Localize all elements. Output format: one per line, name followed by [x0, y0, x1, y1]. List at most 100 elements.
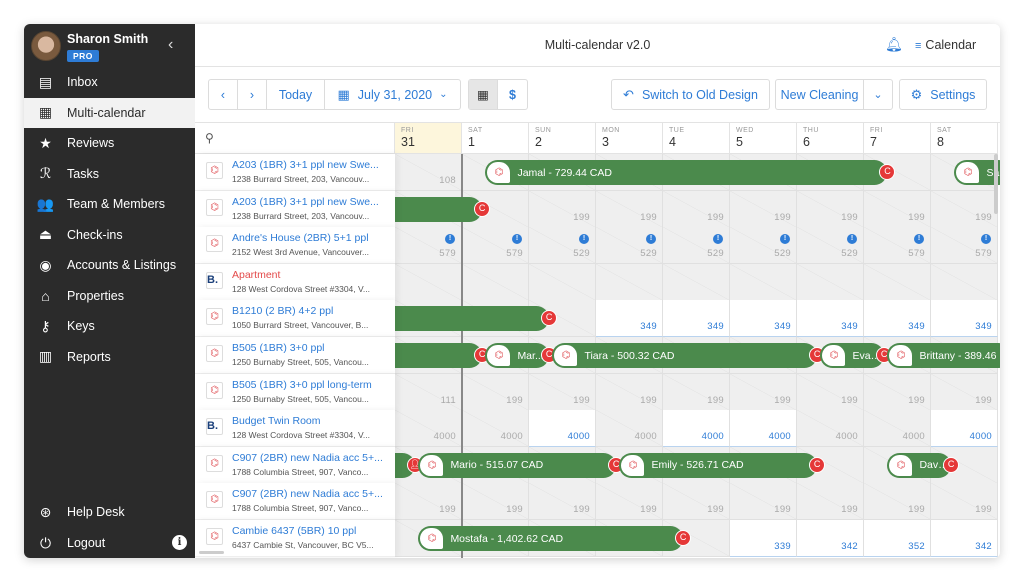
checkout-badge[interactable]: C [474, 200, 491, 217]
calendar-cell[interactable]: 199 [529, 483, 596, 521]
calendar-cell[interactable]: ! 529 [663, 227, 730, 265]
calendar-cell[interactable]: ! 529 [529, 227, 596, 265]
calendar-cell[interactable] [931, 263, 998, 301]
new-cleaning-dropdown[interactable]: ⌄ [864, 80, 892, 109]
calendar-cell[interactable]: 199 [529, 190, 596, 228]
reservation-bar[interactable] [381, 343, 483, 368]
reservation-bar[interactable]: ⌬ Emily - 526.71 CAD [619, 452, 818, 478]
calendar-cell[interactable] [864, 263, 931, 301]
reservation-bar[interactable]: ⌬ Jamal - 729.44 CAD [485, 160, 888, 185]
alert-icon[interactable]: ! [981, 234, 991, 245]
calendar-cell[interactable]: 4000 [797, 410, 864, 448]
calendar-cell[interactable] [797, 263, 864, 301]
calendar-cell[interactable]: 349 [931, 300, 998, 338]
reservation-bar[interactable]: ⌬ Mario - 515.07 CAD [418, 452, 617, 478]
listing-row[interactable]: ⌬ A203 (1BR) 3+1 ppl new Swe... 1238 Burra… [195, 190, 395, 228]
calendar-cell[interactable]: 349 [864, 300, 931, 338]
alert-icon[interactable]: ! [445, 234, 455, 245]
calendar-cell[interactable]: ! 579 [462, 227, 529, 265]
switch-old-design-button[interactable]: ↶ Switch to Old Design [612, 80, 769, 109]
listing-name[interactable]: A203 (1BR) 3+1 ppl new Swe... [232, 159, 379, 171]
date-picker[interactable]: ▦ July 31, 2020 ⌄ [325, 80, 460, 109]
calendar-cell[interactable] [663, 263, 730, 301]
checkout-badge[interactable]: C [675, 530, 692, 546]
sidebar-item-reports[interactable]: ▥ Reports [24, 342, 195, 372]
calendar-cell[interactable]: 4000 [395, 410, 462, 448]
calendar-cell[interactable]: ! 529 [596, 227, 663, 265]
calendar-cell[interactable]: 199 [596, 190, 663, 228]
listing-row[interactable]: ⌬ B1210 (2 BR) 4+2 ppl 1050 Burrard Street… [195, 300, 395, 338]
avatar[interactable] [31, 31, 61, 61]
calendar-cell[interactable]: 199 [864, 373, 931, 411]
listing-row[interactable]: ⌬ C907 (2BR) new Nadia acc 5+... 1788 Colu… [195, 483, 395, 521]
listing-name[interactable]: Andre's House (2BR) 5+1 ppl [232, 232, 369, 244]
sidebar-item-reviews[interactable]: ★ Reviews [24, 128, 195, 158]
calendar-cell[interactable]: 199 [462, 373, 529, 411]
calendar-cell[interactable]: 4000 [529, 410, 596, 448]
calendar-cell[interactable]: 199 [931, 373, 998, 411]
calendar-cell[interactable]: 4000 [462, 410, 529, 448]
calendar-cell[interactable]: 199 [596, 483, 663, 521]
calendar-cell[interactable]: 199 [730, 373, 797, 411]
calendar-cell[interactable]: 199 [462, 483, 529, 521]
listing-name[interactable]: C907 (2BR) new Nadia acc 5+... [232, 452, 383, 464]
calendar-cell[interactable]: 199 [395, 483, 462, 521]
sidebar-item-help-desk[interactable]: ⊛ Help Desk [24, 497, 195, 527]
calendar-cell[interactable]: 4000 [931, 410, 998, 448]
listing-name[interactable]: A203 (1BR) 3+1 ppl new Swe... [232, 196, 379, 208]
bell-icon[interactable]: 🔔︎ [885, 36, 903, 53]
sidebar-item-inbox[interactable]: ▤ Inbox [24, 67, 195, 97]
listing-name[interactable]: C907 (2BR) new Nadia acc 5+... [232, 488, 383, 500]
calendar-cell[interactable]: 4000 [730, 410, 797, 448]
alert-icon[interactable]: ! [579, 234, 589, 245]
calendar-cell[interactable]: ! 579 [395, 227, 462, 265]
calendar-cell[interactable] [462, 263, 529, 301]
calendar-cell[interactable]: 199 [797, 483, 864, 521]
calendar-cell[interactable]: 349 [730, 300, 797, 338]
alert-icon[interactable]: ! [780, 234, 790, 245]
calendar-cell[interactable]: 199 [730, 483, 797, 521]
calendar-cell[interactable]: 199 [730, 190, 797, 228]
calendar-cell[interactable]: 199 [596, 373, 663, 411]
calendar-cell[interactable]: 4000 [864, 410, 931, 448]
settings-button[interactable]: ⚙ Settings [900, 80, 986, 109]
reservation-bar[interactable]: ⌬ Mostafa - 1,402.62 CAD [418, 526, 684, 551]
alert-icon[interactable]: ! [713, 234, 723, 245]
reservation-bar[interactable]: ⌬ Brittany - 389.46 CAD [887, 343, 1000, 368]
listing-row[interactable]: ⌬ B505 (1BR) 3+0 ppl 1250 Burnaby Street, … [195, 337, 395, 374]
prev-button[interactable]: ‹ [209, 80, 238, 109]
sidebar-item-multi-calendar[interactable]: ▦ Multi-calendar [24, 97, 195, 128]
calendar-cell[interactable] [395, 263, 462, 301]
calendar-cell[interactable]: 199 [529, 373, 596, 411]
sidebar-item-accounts-listings[interactable]: ◉ Accounts & Listings [24, 250, 195, 280]
listing-name[interactable]: B505 (1BR) 3+0 ppl [232, 342, 325, 354]
price-view-toggle[interactable]: $ [498, 80, 527, 109]
today-button[interactable]: Today [267, 80, 325, 109]
calendar-cell[interactable]: 349 [663, 300, 730, 338]
sidebar-item-properties[interactable]: ⌂ Properties [24, 281, 195, 311]
new-cleaning-button[interactable]: New Cleaning [776, 80, 864, 109]
info-icon[interactable]: i [172, 535, 187, 550]
alert-icon[interactable]: ! [512, 234, 522, 245]
calendar-cell[interactable]: 199 [663, 373, 730, 411]
calendar-view-toggle[interactable]: ▦ [469, 80, 498, 109]
calendar-cell[interactable]: 199 [663, 190, 730, 228]
reservation-bar[interactable] [381, 306, 550, 332]
sidebar-item-tasks[interactable]: ℛ Tasks [24, 159, 195, 189]
listing-name[interactable]: Apartment [232, 269, 280, 281]
calendar-cell[interactable]: ! 579 [931, 227, 998, 265]
checkout-badge[interactable]: C [809, 456, 826, 473]
calendar-cell[interactable]: 111 [395, 373, 462, 411]
alert-icon[interactable]: ! [646, 234, 656, 245]
listing-row[interactable]: ⌬ Cambie 6437 (5BR) 10 ppl 6437 Cambie St,… [195, 520, 395, 557]
listing-name[interactable]: B505 (1BR) 3+0 ppl long-term [232, 379, 372, 391]
calendar-cell[interactable]: ! 529 [797, 227, 864, 265]
listing-name[interactable]: B1210 (2 BR) 4+2 ppl [232, 305, 333, 317]
listing-row[interactable]: ⌬ Andre's House (2BR) 5+1 ppl 2152 West 3r… [195, 227, 395, 265]
listing-row[interactable]: B. Budget Twin Room 128 West Cordova Stree… [195, 410, 395, 448]
calendar-cell[interactable]: 199 [864, 190, 931, 228]
calendar-cell[interactable]: 4000 [663, 410, 730, 448]
next-button[interactable]: › [238, 80, 267, 109]
calendar-cell[interactable]: 4000 [596, 410, 663, 448]
calendar-cell[interactable]: 199 [797, 190, 864, 228]
